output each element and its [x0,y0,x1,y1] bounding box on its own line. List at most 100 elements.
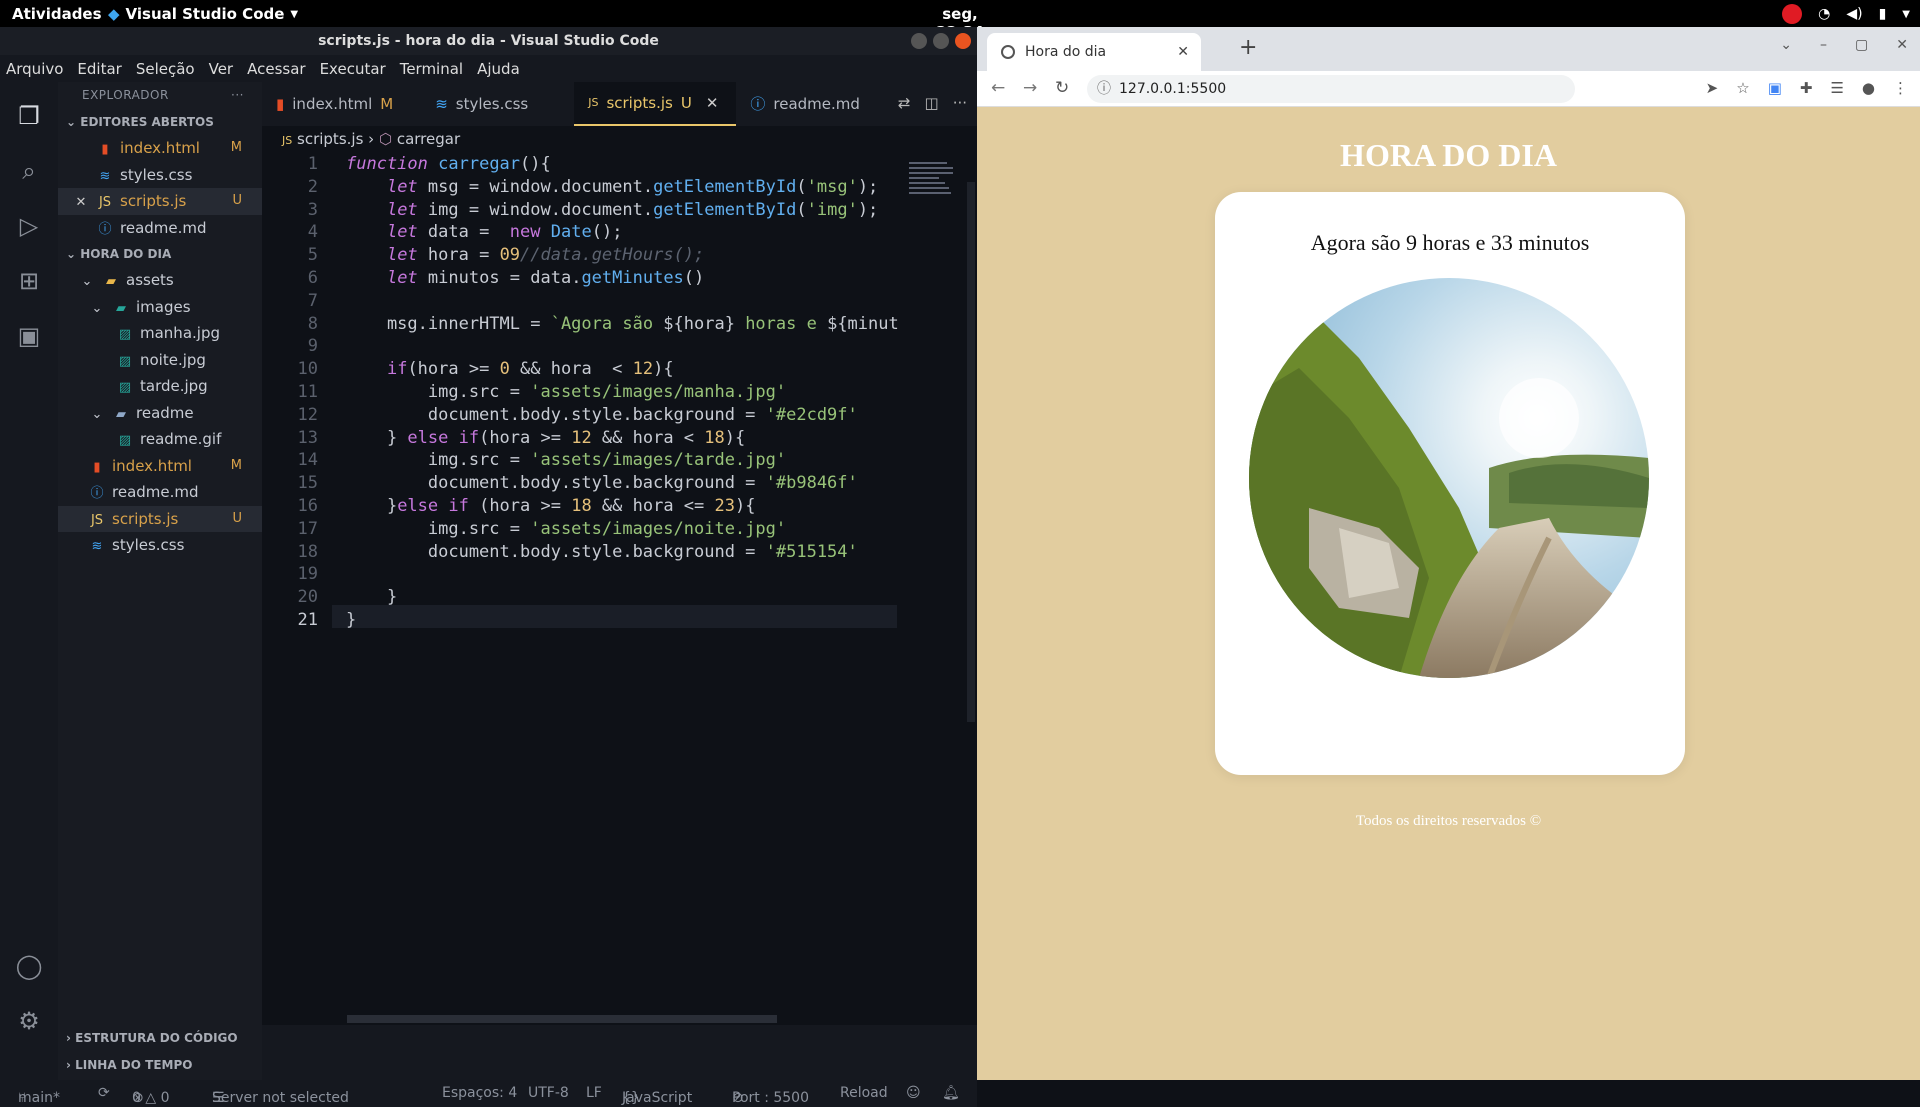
open-editors-section[interactable]: ⌄ EDITORES ABERTOS [58,109,262,135]
eol-indicator[interactable]: LF [586,1085,602,1101]
code-line[interactable]: } [346,610,356,630]
indentation-indicator[interactable]: Espaços: 4 [442,1085,517,1101]
notifications-bell-icon[interactable]: 🔔︎ [942,1085,960,1101]
code-line[interactable]: document.body.style.background = '#e2cd9… [346,405,858,425]
code-line[interactable]: }else if (hora >= 18 && hora <= 23){ [346,496,756,516]
open-editor-item[interactable]: ▮ index.html M [58,135,262,162]
code-line[interactable]: let data = new Date(); [346,222,622,242]
tab-readme-md[interactable]: ⓘ readme.md [736,82,878,126]
system-tray[interactable]: ◔ ◀) ▮ ▼ [1782,4,1910,24]
menu-kebab-icon[interactable]: ⋮ [1893,79,1908,97]
extensions-icon[interactable]: ⊞ [14,267,44,297]
more-actions-icon[interactable]: ··· [953,94,967,112]
code-line[interactable]: img.src = 'assets/images/tarde.jpg' [346,450,786,470]
tree-file[interactable]: ⓘ readme.md [58,479,262,506]
code-line[interactable]: document.body.style.background = '#b9846… [346,473,858,493]
code-line[interactable]: function carregar(){ [346,154,551,174]
project-section[interactable]: ⌄ HORA DO DIA [58,241,262,267]
code-line[interactable]: document.body.style.background = '#51515… [346,542,858,562]
code-line[interactable]: let img = window.document.getElementById… [346,200,878,220]
tree-folder[interactable]: ⌄ ▰ readme [58,400,262,427]
minimize-button[interactable] [911,33,927,49]
tree-folder[interactable]: ⌄ ▰ assets [58,267,262,294]
tab-scripts-js[interactable]: JS scripts.js U ✕ [574,81,737,126]
activities-button[interactable]: Atividades [12,5,102,23]
breadcrumb-file[interactable]: scripts.js [297,130,363,148]
reading-list-icon[interactable]: ☰ [1830,79,1843,97]
new-tab-button[interactable]: + [1239,35,1257,60]
more-actions-icon[interactable]: ··· [231,82,244,109]
tree-file[interactable]: ≋ styles.css [58,532,262,559]
back-arrow-icon[interactable]: ← [991,78,1005,98]
tree-folder[interactable]: ⌄ ▰ images [58,294,262,321]
code-line[interactable]: msg.innerHTML = `Agora são ${hora} horas… [346,314,899,334]
minimap[interactable] [909,162,959,202]
profile-avatar[interactable]: ● [1862,79,1875,97]
extensions-puzzle-icon[interactable]: ✚ [1800,79,1813,97]
tree-file[interactable]: ▨ readme.gif [58,426,262,453]
bookmark-star-icon[interactable]: ☆ [1736,79,1749,97]
code-line[interactable]: let minutos = data.getMinutes() [346,268,704,288]
menu-terminal[interactable]: Terminal [400,60,463,78]
remote-explorer-icon[interactable]: ▣ [14,322,44,352]
code-line[interactable]: let msg = window.document.getElementById… [346,177,878,197]
close-icon[interactable]: ✕ [1896,37,1908,53]
split-editor-icon[interactable]: ◫ [925,94,939,112]
reload-button[interactable]: Reload [840,1085,888,1101]
forward-arrow-icon[interactable]: → [1023,78,1037,98]
close-tab-icon[interactable]: ✕ [1177,33,1189,71]
close-tab-icon[interactable]: ✕ [706,81,719,125]
reload-icon[interactable]: ↻ [1055,78,1069,98]
tree-file[interactable]: ▨ noite.jpg [58,347,262,374]
open-editor-item[interactable]: ≋ styles.css [58,162,262,189]
menu-editar[interactable]: Editar [77,60,121,78]
run-debug-icon[interactable]: ▷ [14,212,44,242]
menu-executar[interactable]: Executar [320,60,386,78]
vertical-scrollbar[interactable] [967,182,975,722]
tree-file-active[interactable]: JS scripts.js U [58,505,262,532]
settings-gear-icon[interactable]: ⚙ [14,1007,44,1037]
translate-extension-icon[interactable]: ▣ [1768,79,1782,97]
maximize-button[interactable] [933,33,949,49]
address-bar[interactable]: ⓘ 127.0.0.1:5500 [1087,75,1575,103]
tab-styles-css[interactable]: ≋ styles.css [411,82,574,126]
close-icon[interactable]: ✕ [72,190,90,217]
tree-file[interactable]: ▨ manha.jpg [58,320,262,347]
browser-tab[interactable]: Hora do dia ✕ [987,33,1201,71]
send-icon[interactable]: ➤ [1706,79,1719,97]
horizontal-scrollbar[interactable] [347,1015,777,1023]
tab-search-icon[interactable]: ⌄ [1780,37,1792,53]
code-line[interactable]: img.src = 'assets/images/manha.jpg' [346,382,786,402]
explorer-icon[interactable]: ❐ [14,102,44,132]
menu-ver[interactable]: Ver [209,60,234,78]
code-line[interactable]: } [346,587,397,607]
sync-icon[interactable]: ⟳ [98,1085,110,1101]
menu-arquivo[interactable]: Arquivo [6,60,63,78]
search-icon[interactable]: ⌕ [14,157,44,187]
outline-section[interactable]: › ESTRUTURA DO CÓDIGO [58,1025,262,1052]
menu-ajuda[interactable]: Ajuda [477,60,520,78]
breadcrumb-symbol[interactable]: carregar [397,130,460,148]
info-icon[interactable]: ⓘ [1097,75,1111,103]
tree-file[interactable]: ▮ index.html M [58,453,262,480]
feedback-icon[interactable]: ☺ [906,1085,921,1101]
menu-selecao[interactable]: Seleção [136,60,195,78]
maximize-icon[interactable]: ▢ [1855,37,1868,53]
timeline-section[interactable]: › LINHA DO TEMPO [58,1052,262,1079]
open-editor-item-active[interactable]: ✕ JS scripts.js U [58,188,262,215]
app-menu[interactable]: ◆ Visual Studio Code ▼ [108,5,298,23]
menu-acessar[interactable]: Acessar [247,60,305,78]
compare-changes-icon[interactable]: ⇄ [898,94,911,112]
tab-index-html[interactable]: ▮ index.html M [262,82,411,126]
encoding-indicator[interactable]: UTF-8 [528,1085,569,1101]
code-line[interactable]: img.src = 'assets/images/noite.jpg' [346,519,786,539]
close-button[interactable] [955,33,971,49]
code-line[interactable]: if(hora >= 0 && hora < 12){ [346,359,674,379]
tree-file[interactable]: ▨ tarde.jpg [58,373,262,400]
code-line[interactable]: } else if(hora >= 12 && hora < 18){ [346,428,745,448]
accounts-icon[interactable]: ◯ [14,952,44,982]
code-line[interactable]: let hora = 09//data.getHours(); [346,245,704,265]
line-number: 20 [297,587,318,608]
minimize-icon[interactable]: – [1820,37,1827,53]
open-editor-item[interactable]: ⓘ readme.md [58,215,262,242]
